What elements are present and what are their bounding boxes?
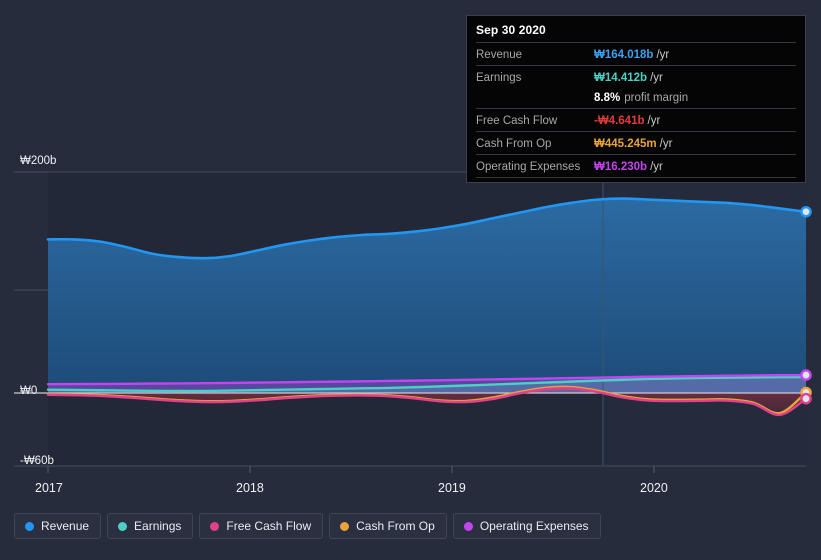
tooltip-row: Operating Expenses ₩16.230b/yr [476,154,796,177]
x-axis-label-2017: 2017 [35,481,63,495]
tooltip-row-label: Cash From Op [476,138,552,150]
legend-item-operating-expenses[interactable]: Operating Expenses [452,513,601,539]
tooltip-row-value-group: 8.8% profit margin [594,88,688,106]
tooltip-row: Revenue ₩164.018b/yr [476,42,796,65]
legend-item-label: Cash From Op [356,519,435,533]
endpoint-marker-revenue[interactable] [800,205,812,218]
chart-tooltip: Sep 30 2020 Revenue ₩164.018b/yr Earnings ₩… [466,15,806,183]
tooltip-row-label: Free Cash Flow [476,115,558,127]
tooltip-row-unit: /yr [647,115,661,127]
tooltip-row-sublabel: profit margin [624,92,689,104]
tooltip-row-value: ₩14.412b [594,72,648,84]
tooltip-bottom-divider [476,177,796,178]
tooltip-row-unit: /yr [656,49,670,61]
tooltip-date: Sep 30 2020 [476,23,546,37]
tooltip-row-value-group: -₩4.641b/yr [594,111,660,129]
endpoint-marker-free-cash-flow[interactable] [800,392,812,405]
tooltip-row: Earnings ₩14.412b/yr [476,65,796,88]
endpoint-marker-operating-expenses[interactable] [800,369,812,381]
legend-color-dot [25,521,34,531]
legend-item-cash-from-op[interactable]: Cash From Op [329,513,447,539]
tooltip-row: 8.8% profit margin [476,88,796,108]
legend-item-earnings[interactable]: Earnings [107,513,194,539]
tooltip-row-value: 8.8% [594,92,621,104]
legend-color-dot [210,521,220,531]
y-axis-label-top: ₩200b [20,155,57,167]
x-axis-label-2018: 2018 [236,481,264,495]
tooltip-row-value: ₩16.230b [594,161,648,173]
tooltip-row-value: -₩4.641b [594,115,645,127]
tooltip-row-label: Revenue [476,49,523,61]
tooltip-row: Free Cash Flow -₩4.641b/yr [476,108,796,131]
legend-item-label: Revenue [41,519,90,533]
tooltip-row-value: ₩445.245m [594,138,657,150]
legend-color-dot [118,521,128,531]
tooltip-row-label: Operating Expenses [476,161,581,173]
tooltip-row-value-group: ₩14.412b/yr [594,68,663,86]
tooltip-row: Cash From Op ₩445.245m/yr [476,131,796,154]
legend-item-label: Operating Expenses [479,519,589,533]
tooltip-row-unit: /yr [650,72,663,84]
legend-item-label: Earnings [134,519,182,533]
tooltip-rows: Revenue ₩164.018b/yr Earnings ₩14.412b/yr 8.… [476,42,796,177]
legend-item-label: Free Cash Flow [226,519,312,533]
x-axis-label-2020: 2020 [640,481,668,495]
chart-legend[interactable]: Revenue Earnings Free Cash Flow Cash From O… [14,513,601,539]
legend-color-dot [340,521,350,531]
y-axis-label-bottom: -₩60b [20,455,54,467]
legend-color-dot [463,521,473,531]
legend-item-revenue[interactable]: Revenue [14,513,102,539]
tooltip-row-value-group: ₩164.018b/yr [594,45,669,63]
tooltip-row-label: Earnings [476,72,522,84]
tooltip-row-value-group: ₩445.245m/yr [594,134,672,152]
tooltip-row-unit: /yr [659,138,673,150]
y-axis-label-zero: ₩0 [20,385,38,397]
legend-item-free-cash-flow[interactable]: Free Cash Flow [199,513,324,539]
tooltip-row-value-group: ₩16.230b/yr [594,157,663,175]
tooltip-row-value: ₩164.018b [594,49,654,61]
financial-chart-page: ₩200b ₩0 -₩60b 2017 2018 2019 2020 Sep 3… [0,0,821,560]
x-axis-label-2019: 2019 [438,481,466,495]
tooltip-row-unit: /yr [650,161,663,173]
